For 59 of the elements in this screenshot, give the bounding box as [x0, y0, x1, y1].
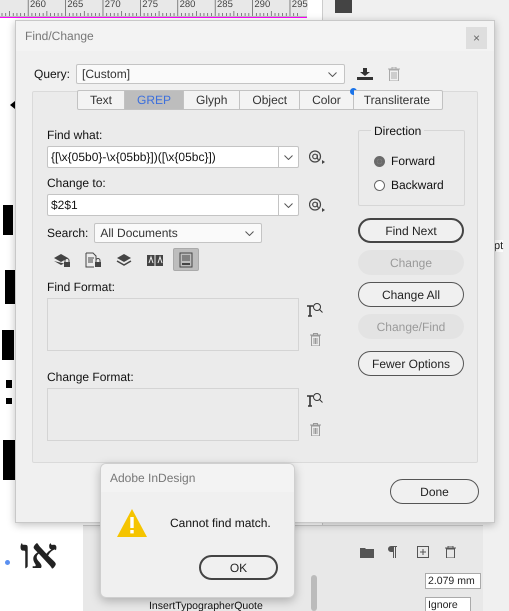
radio-label: Backward [391, 178, 444, 192]
tab[interactable]: Glyph [184, 90, 240, 110]
ruler-number: 280 [180, 0, 196, 10]
ruler-number: 270 [104, 0, 121, 10]
special-characters-icon[interactable] [309, 198, 325, 212]
chevron-down-icon[interactable] [284, 154, 293, 160]
footnote-icon[interactable] [173, 248, 199, 271]
anchor-point-icon [5, 560, 10, 565]
direction-label: Direction [371, 124, 424, 138]
dialog-title: Find/Change [25, 29, 94, 43]
indent-field[interactable]: 2.079 mm [425, 573, 481, 589]
ok-button[interactable]: OK [199, 555, 278, 580]
radio-option[interactable]: Forward [374, 149, 464, 173]
save-query-icon[interactable] [357, 68, 374, 80]
ruler-number: 265 [67, 0, 84, 10]
radio-option[interactable]: Backward [374, 173, 464, 197]
change-to-field[interactable]: $2$1 [47, 194, 299, 216]
alert-title: Adobe InDesign [110, 471, 196, 485]
special-characters-icon[interactable] [309, 150, 325, 164]
radio-label: Forward [391, 154, 436, 168]
change-format-label: Change Format: [47, 370, 134, 384]
trash-icon[interactable] [445, 546, 456, 558]
find-what-label: Find what: [47, 128, 102, 142]
hebrew-text: או [20, 528, 58, 580]
find-format-label: Find Format: [47, 280, 116, 294]
scrollbar[interactable] [311, 575, 317, 611]
action-button[interactable]: Find Next [358, 218, 464, 243]
ruler-number: 295 [292, 0, 308, 10]
chevron-down-icon[interactable] [284, 202, 293, 208]
ruler-number: 275 [142, 0, 158, 10]
alert-message: Cannot find match. [170, 516, 271, 530]
query-dropdown[interactable]: [Custom] [76, 64, 346, 84]
close-button[interactable]: × [466, 27, 487, 49]
ruler-number: 290 [254, 0, 270, 10]
format-search-icon[interactable] [307, 302, 323, 317]
search-dropdown[interactable]: All Documents [94, 223, 262, 243]
tab[interactable]: Object [240, 90, 300, 110]
ruler-number: 285 [217, 0, 233, 10]
change-to-label: Change to: [47, 176, 106, 190]
new-style-icon[interactable] [417, 546, 429, 558]
find-what-field[interactable]: {[\x{05b0}-\x{05bb}])([\x{05bc}]) [47, 146, 299, 168]
action-button[interactable]: Fewer Options [358, 351, 464, 376]
warning-icon [117, 509, 147, 537]
action-button[interactable]: Change All [358, 282, 464, 307]
style-group-item[interactable]: InsertTypographerQuote [149, 600, 263, 611]
search-label: Search: [47, 226, 88, 240]
query-label: Query: [34, 67, 70, 81]
align-dropdown[interactable]: Ignore [425, 597, 471, 611]
done-button[interactable]: Done [390, 479, 479, 504]
radio-button[interactable] [374, 180, 385, 190]
tab[interactable]: Transliterate [354, 90, 444, 110]
ruler-number: 260 [30, 0, 46, 10]
format-search-icon[interactable] [307, 392, 323, 407]
tab[interactable]: Color [300, 90, 354, 110]
chevron-down-icon [328, 72, 338, 77]
folder-icon[interactable] [360, 547, 374, 558]
radio-button[interactable] [374, 156, 385, 166]
tab[interactable]: Text [77, 90, 126, 110]
chevron-down-icon [245, 231, 254, 236]
